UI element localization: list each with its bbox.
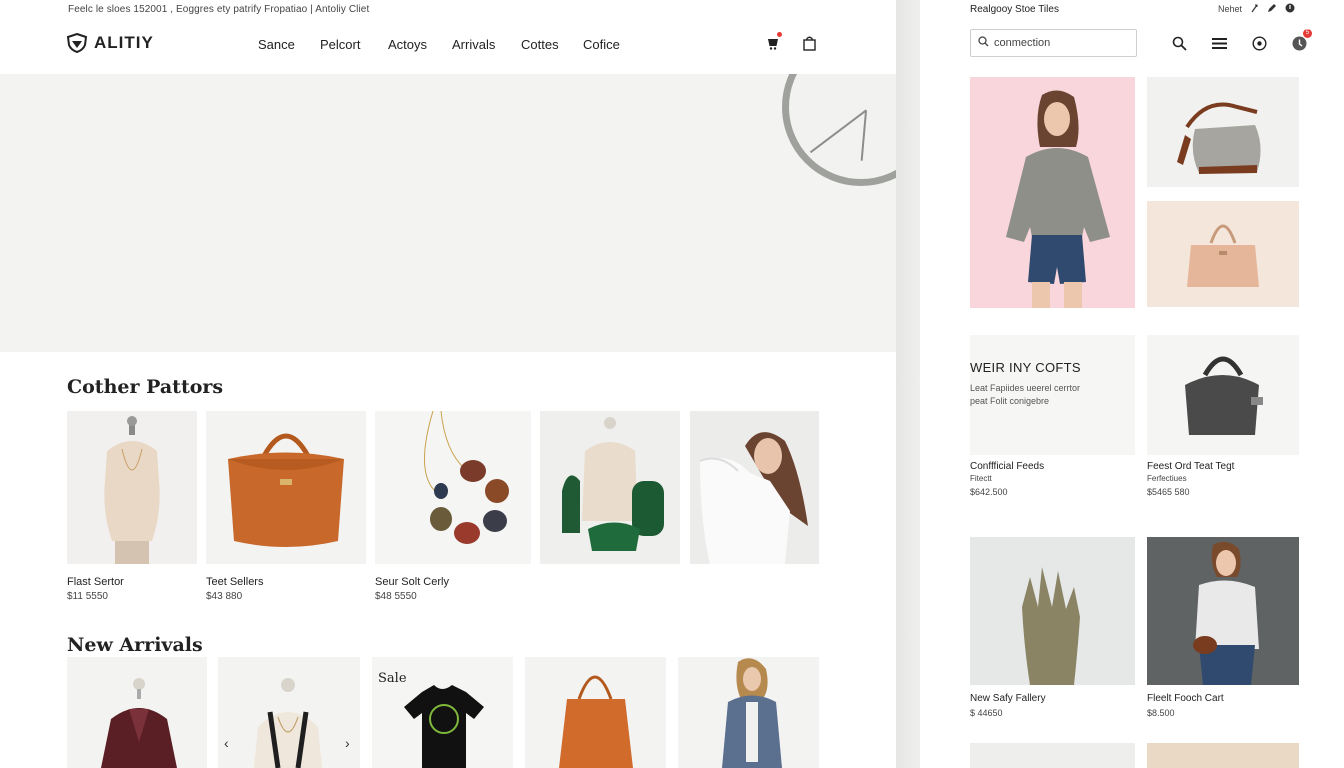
- product-card[interactable]: [540, 411, 680, 564]
- nav-item-pelcort[interactable]: Pelcort: [320, 37, 388, 52]
- product-price: $8.500: [1147, 708, 1175, 718]
- bag-icon[interactable]: [800, 34, 818, 52]
- info-icon[interactable]: [1285, 3, 1295, 15]
- nav-item-cofice[interactable]: Cofice: [583, 37, 620, 52]
- account-icon[interactable]: [1250, 34, 1268, 52]
- promo-subtitle: Leat Fapiides ueerel cerrtor peat Folit …: [970, 383, 1081, 406]
- product-name: Flast Sertor: [67, 576, 124, 588]
- product-subtitle: Fitectt: [970, 474, 992, 483]
- hero-banner: [0, 74, 896, 352]
- shield-logo-icon: [66, 33, 88, 53]
- product-card[interactable]: [678, 657, 819, 768]
- main-page: Feelc le sloes 152001 , Eoggres ety patr…: [0, 0, 896, 768]
- promo-block[interactable]: WEIR INY COFTS Leat Fapiides ueerel cerr…: [970, 335, 1135, 455]
- new-arrivals-title: New Arrivals: [67, 634, 203, 656]
- share-icon[interactable]: [1250, 4, 1259, 15]
- orange-handbag-image: [206, 411, 366, 564]
- wall-clock-image: [782, 74, 896, 186]
- panel-divider: [896, 0, 920, 768]
- product-image-partial[interactable]: [1147, 743, 1299, 768]
- best-sellers-title: Cother Pattors: [67, 376, 224, 398]
- nav-item-sance[interactable]: Sance: [258, 37, 320, 52]
- top-right-label: Nehet: [1218, 4, 1243, 14]
- peach-handbag-image[interactable]: [1147, 201, 1299, 307]
- brand-logo[interactable]: ALITIY: [66, 33, 154, 53]
- woman-white-shirt-image: [690, 411, 819, 564]
- woman-sweater-image[interactable]: [970, 77, 1135, 308]
- search-icon: [978, 34, 989, 52]
- grey-shoulder-bag-image[interactable]: [1147, 77, 1299, 187]
- product-name[interactable]: Feest Ord Teat Tegt: [1147, 461, 1234, 472]
- side-panel: Realgooy Stoe Tiles Nehet 5: [920, 0, 1344, 768]
- product-price: $5465 580: [1147, 487, 1190, 497]
- product-price: $ 44650: [970, 708, 1003, 718]
- nav-item-arrivals[interactable]: Arrivals: [452, 37, 521, 52]
- product-subtitle: Ferfectiues: [1147, 474, 1187, 483]
- tote-bag-image: [525, 657, 666, 768]
- sale-badge: Sale: [378, 671, 407, 686]
- side-panel-top-actions: Nehet: [1218, 3, 1295, 15]
- search-bar[interactable]: [970, 29, 1137, 57]
- product-price: $11 5550: [67, 591, 108, 602]
- woman-knit-sweater-image[interactable]: [1147, 537, 1299, 685]
- burgundy-coat-image: [67, 657, 207, 768]
- product-name: Seur Solt Cerly: [375, 576, 449, 588]
- product-price: $48 5550: [375, 591, 417, 602]
- cart-icon[interactable]: [764, 32, 782, 52]
- product-image-partial[interactable]: [970, 743, 1135, 768]
- product-price: $642.500: [970, 487, 1008, 497]
- promo-title: WEIR INY COFTS: [970, 360, 1081, 375]
- product-card[interactable]: Flast Sertor $11 5550: [67, 411, 197, 602]
- nav-item-actoys[interactable]: Actoys: [388, 37, 452, 52]
- notification-badge: 5: [1303, 29, 1312, 38]
- notification-icon[interactable]: 5: [1290, 29, 1312, 52]
- product-name[interactable]: Fleelt Fooch Cart: [1147, 693, 1224, 704]
- brand-name: ALITIY: [94, 33, 154, 52]
- striped-cardigan-image: [218, 657, 360, 768]
- search-input[interactable]: [994, 37, 1124, 49]
- black-handbag-image[interactable]: [1147, 335, 1299, 455]
- product-name[interactable]: New Safy Fallery: [970, 693, 1046, 704]
- product-card[interactable]: [690, 411, 819, 564]
- nav-item-cottes[interactable]: Cottes: [521, 37, 583, 52]
- product-card[interactable]: Sale: [372, 657, 513, 768]
- edit-icon[interactable]: [1267, 3, 1277, 15]
- product-card[interactable]: [525, 657, 666, 768]
- product-card[interactable]: [67, 657, 207, 768]
- announcement-bar: Feelc le sloes 152001 , Eoggres ety patr…: [68, 4, 370, 15]
- product-card[interactable]: Seur Solt Cerly $48 5550: [375, 411, 531, 602]
- search-icon[interactable]: [1170, 34, 1188, 52]
- green-bags-image: [540, 411, 680, 564]
- product-card[interactable]: [218, 657, 360, 768]
- product-card[interactable]: Teet Sellers $43 880: [206, 411, 366, 602]
- mannequin-necklace-image: [67, 411, 197, 564]
- product-name[interactable]: Conffficial Feeds: [970, 461, 1044, 472]
- product-name: Teet Sellers: [206, 576, 264, 588]
- main-nav: Sance Pelcort Actoys Arrivals Cottes Cof…: [258, 37, 620, 52]
- side-panel-icons: 5: [1170, 29, 1312, 52]
- carousel-prev-arrow[interactable]: ‹: [224, 735, 229, 751]
- woman-blazer-image: [678, 657, 819, 768]
- menu-icon[interactable]: [1210, 34, 1228, 52]
- black-tshirt-image: Sale: [372, 657, 513, 768]
- side-panel-title: Realgooy Stoe Tiles: [970, 4, 1059, 15]
- header-icons: [764, 32, 818, 52]
- knit-glove-image[interactable]: [970, 537, 1135, 685]
- beaded-necklace-image: [375, 411, 531, 564]
- carousel-next-arrow[interactable]: ›: [345, 735, 350, 751]
- cart-notification-dot: [777, 32, 782, 37]
- product-price: $43 880: [206, 591, 243, 602]
